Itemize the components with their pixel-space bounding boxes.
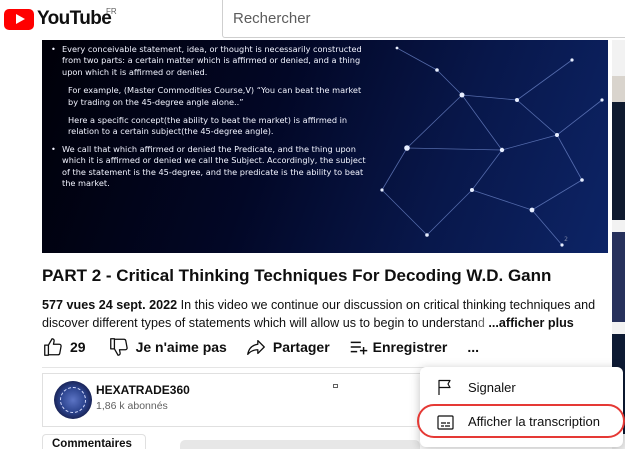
show-more-link[interactable]: ...afficher plus [488, 316, 573, 330]
slide-text: Every conceivable statement, idea, or th… [49, 44, 369, 189]
menu-item-label: Signaler [468, 379, 516, 395]
dislike-label: Je n'aime pas [135, 339, 227, 355]
share-icon [246, 339, 265, 355]
subscriber-count: 1,86 k abonnés [96, 400, 168, 412]
top-bar: YouTube FR [0, 0, 625, 40]
highlight-annotation [417, 404, 625, 438]
flag-icon [438, 379, 451, 395]
thumbs-down-icon [109, 338, 128, 356]
channel-card[interactable]: HEXATRADE360 1,86 k abonnés [42, 373, 430, 427]
menu-item-report[interactable]: Signaler [420, 373, 623, 401]
youtube-page: YouTube FR Rechercher • Every conceivabl… [0, 0, 625, 449]
action-bar: 29 Je n'aime pas Partager Enregistrer ..… [42, 335, 479, 359]
share-label: Partager [272, 339, 330, 355]
logo-text: YouTube [37, 8, 112, 29]
comments-tab[interactable]: Commentaires [42, 434, 146, 449]
recommendation-thumbnail[interactable] [612, 102, 625, 220]
slide-page-number: 2 [564, 236, 568, 243]
share-button[interactable]: Partager [245, 336, 330, 358]
video-description[interactable]: 577 vues 24 sept. 2022 In this video we … [42, 296, 612, 332]
recommendation-thumbnail[interactable] [612, 232, 625, 322]
description-fade: d [477, 316, 485, 330]
slide-bullet: Every conceivable statement, idea, or th… [49, 44, 369, 78]
avatar[interactable] [54, 381, 92, 419]
view-count-date: 577 vues 24 sept. 2022 [42, 298, 178, 312]
youtube-play-icon [4, 8, 34, 30]
video-player[interactable]: Every conceivable statement, idea, or th… [42, 40, 608, 253]
window-icon [333, 384, 338, 388]
country-code: FR [106, 7, 117, 16]
channel-name[interactable]: HEXATRADE360 [96, 383, 190, 397]
dislike-button[interactable]: Je n'aime pas [108, 336, 227, 358]
comments-area [180, 440, 420, 449]
recommendation-thumbnail[interactable] [612, 76, 625, 102]
slide-concept: Here a specific concept(the ability to b… [68, 115, 348, 137]
slide-example: For example, (Master Commodities Course,… [68, 85, 362, 107]
playlist-add-icon [350, 341, 367, 355]
youtube-logo[interactable]: YouTube [4, 8, 112, 30]
like-button[interactable]: 29 [42, 336, 86, 358]
search-input[interactable] [233, 10, 625, 27]
video-title: PART 2 - Critical Thinking Techniques Fo… [42, 266, 552, 285]
slide-bullet: We call that which affirmed or denied th… [49, 144, 369, 190]
more-icon: ... [467, 339, 480, 355]
more-actions-button[interactable]: ... [467, 339, 479, 355]
like-count: 29 [70, 339, 86, 355]
save-button[interactable]: Enregistrer [348, 336, 448, 358]
thumbs-up-icon [44, 338, 62, 356]
search-bar[interactable] [222, 0, 625, 38]
save-label: Enregistrer [372, 339, 448, 355]
